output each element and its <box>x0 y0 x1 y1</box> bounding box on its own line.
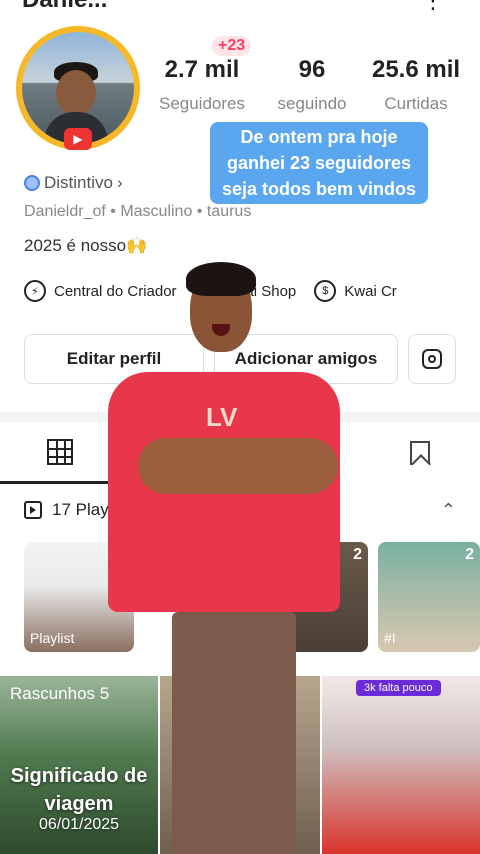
video-thumb[interactable]: 3k falta pouco <box>322 676 480 854</box>
bolt-icon: ⚡ <box>24 280 46 302</box>
chevron-up-icon[interactable]: ⌃ <box>441 500 456 521</box>
profile-name: Danie... <box>22 0 107 14</box>
profile-info: Danieldr_of • Masculino • taurus <box>24 203 252 220</box>
thumb-label: Playlist <box>30 630 75 646</box>
playlist-icon <box>24 501 42 519</box>
bookmark-icon <box>410 441 430 465</box>
following-label: seguindo <box>277 94 347 113</box>
distintivo-label: Distintivo <box>44 173 113 192</box>
distintivo-link[interactable]: Distintivo › <box>24 173 123 193</box>
overlay-person: LV <box>108 262 340 854</box>
thumb-count: 2 <box>353 546 362 563</box>
thumb-count: 2 <box>465 546 474 563</box>
likes-count: 25.6 mil <box>371 56 461 83</box>
progress-badge: 3k falta pouco <box>356 680 441 696</box>
instagram-icon <box>422 349 442 369</box>
avatar-face <box>56 70 96 116</box>
shirt-logo: LV <box>206 402 238 432</box>
profile-bio: 2025 é nosso🙌 <box>24 236 148 255</box>
shield-icon <box>24 175 40 191</box>
person-hair <box>186 262 256 296</box>
drafts-label: Rascunhos 5 <box>10 684 110 703</box>
stat-likes[interactable]: 25.6 mil Curtidas <box>362 56 470 114</box>
video-caption: De ontem pra hoje ganhei 23 seguidores s… <box>210 122 428 204</box>
tab-saved[interactable] <box>360 422 480 484</box>
stat-followers[interactable]: 2.7 mil Seguidores <box>150 56 254 114</box>
followers-count: 2.7 mil <box>164 56 240 83</box>
stats-row: 2.7 mil Seguidores 96 seguindo 25.6 mil … <box>150 56 470 114</box>
menu-icon[interactable]: ⋮ <box>422 0 444 14</box>
thumb-label: #I <box>384 630 396 646</box>
chevron-right-icon: › <box>116 173 123 192</box>
person-arms <box>138 438 338 494</box>
stat-following[interactable]: 96 seguindo <box>262 56 362 114</box>
followers-label: Seguidores <box>158 94 245 113</box>
instagram-button[interactable] <box>408 334 456 384</box>
following-count: 96 <box>298 56 326 83</box>
likes-label: Curtidas <box>384 94 448 113</box>
followers-delta-badge: +23 <box>212 36 252 56</box>
play-badge-icon: ▶ <box>64 128 92 150</box>
profile-page: Danie... ⋮ ▶ +23 2.7 mil Seguidores 96 s… <box>0 0 480 854</box>
person-pants <box>172 612 296 854</box>
playlist-thumb[interactable]: 2 #I <box>378 542 480 652</box>
grid-icon <box>47 438 73 465</box>
quick-link-label: Kwai Cr <box>344 282 397 300</box>
tab-grid[interactable] <box>0 422 120 484</box>
